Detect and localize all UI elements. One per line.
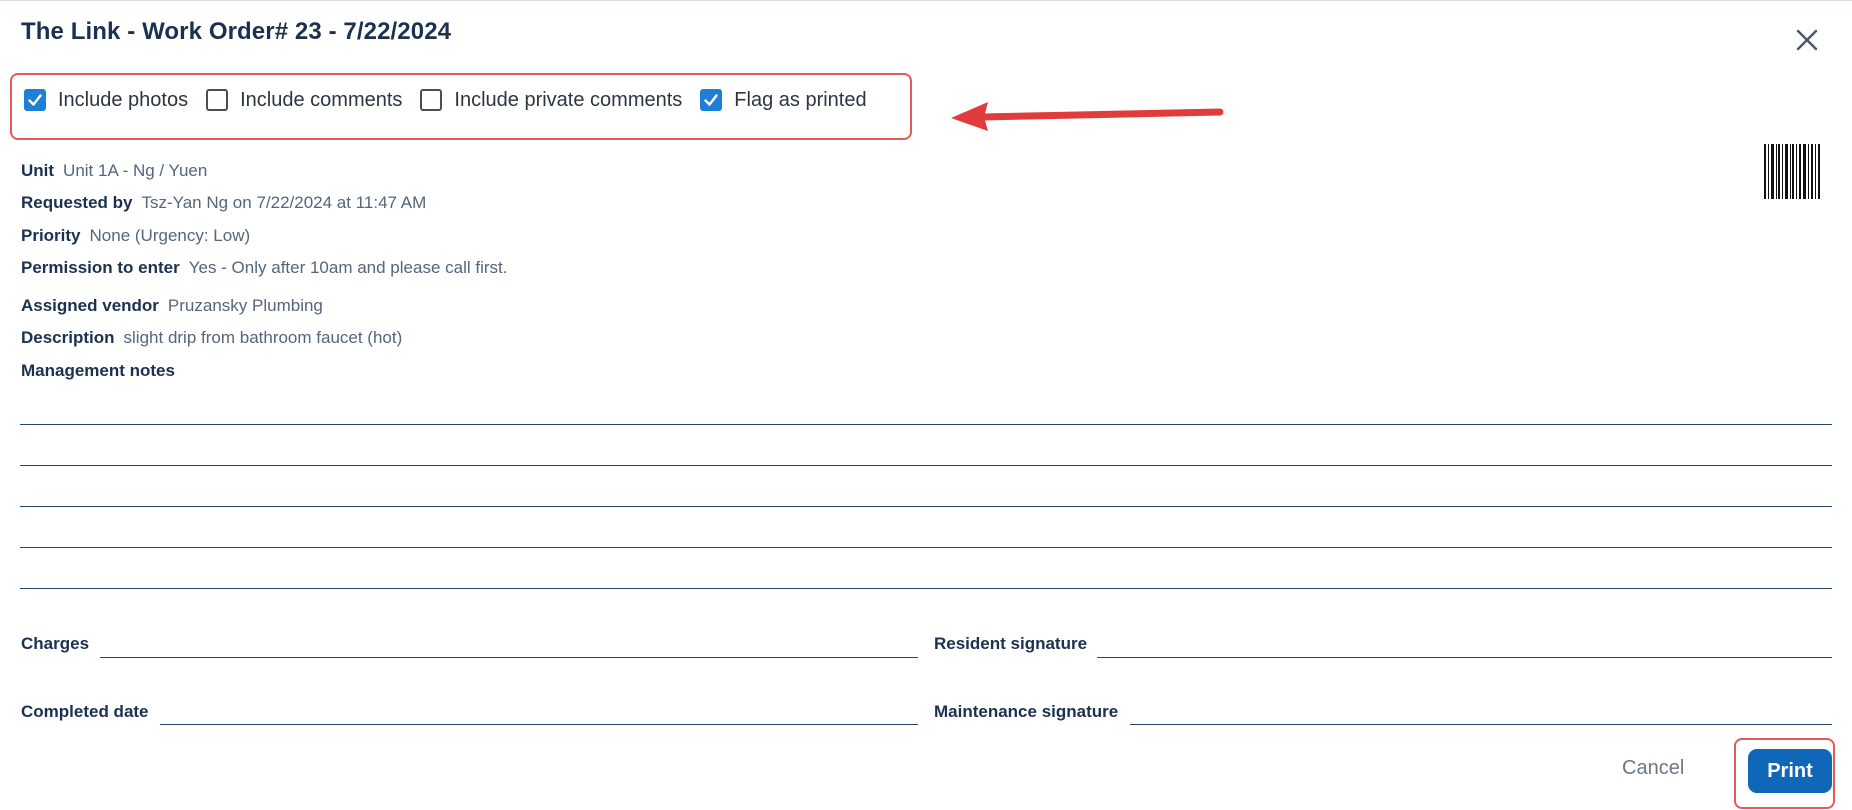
unit-value: Unit 1A - Ng / Yuen [63,161,208,180]
charges-line [100,657,918,658]
checkmark-icon [28,94,42,106]
include-comments-checkbox[interactable] [206,89,229,111]
checkmark-icon [704,94,718,106]
notes-line [20,424,1832,425]
permission-label: Permission to enter [21,258,180,277]
completed-date-line [160,724,918,725]
option-include-comments[interactable]: Include comments [206,89,402,112]
include-private-comments-checkbox[interactable] [420,89,443,111]
notes-line [20,506,1832,507]
notes-line [20,547,1832,548]
priority-label: Priority [21,226,81,245]
include-comments-label: Include comments [240,88,403,111]
vendor-field: Assigned vendor Pruzansky Plumbing [21,296,323,316]
maintenance-signature-line [1130,724,1832,725]
include-photos-checkbox[interactable] [24,89,46,111]
close-icon [1796,29,1818,51]
close-button[interactable] [1793,26,1821,54]
flag-as-printed-label: Flag as printed [734,88,867,111]
vendor-label: Assigned vendor [21,296,159,315]
description-label: Description [21,328,115,347]
unit-field: Unit Unit 1A - Ng / Yuen [21,161,207,181]
option-flag-as-printed[interactable]: Flag as printed [700,88,867,112]
description-field: Description slight drip from bathroom fau… [21,328,402,348]
vendor-value: Pruzansky Plumbing [167,296,323,315]
charges-label: Charges [21,634,90,653]
notes-line [20,465,1832,466]
resident-signature-label: Resident signature [934,634,1088,653]
requested-by-label: Requested by [21,193,133,212]
requested-by-value: Tsz-Yan Ng on 7/22/2024 at 11:47 AM [141,193,427,212]
include-private-comments-label: Include private comments [454,88,683,111]
print-work-order-dialog: The Link - Work Order# 23 - 7/22/2024 In… [0,0,1852,810]
management-notes-label: Management notes [21,361,175,380]
print-options: Include photos Include comments Include … [24,87,885,113]
resident-signature-line [1097,657,1832,658]
notes-line [20,588,1832,589]
permission-field: Permission to enter Yes - Only after 10am… [21,258,507,278]
flag-as-printed-checkbox[interactable] [700,89,723,111]
cancel-button[interactable]: Cancel [1622,757,1684,780]
completed-date-label: Completed date [21,702,149,721]
print-button[interactable]: Print [1748,749,1832,793]
dialog-title: The Link - Work Order# 23 - 7/22/2024 [21,18,452,45]
unit-label: Unit [21,161,55,180]
include-photos-label: Include photos [58,88,189,111]
priority-value: None (Urgency: Low) [89,226,251,245]
management-notes-field: Management notes [21,361,184,381]
maintenance-signature-label: Maintenance signature [934,702,1119,721]
annotation-arrow-icon [951,102,1224,131]
requested-by-field: Requested by Tsz-Yan Ng on 7/22/2024 at 1… [21,193,426,213]
permission-value: Yes - Only after 10am and please call fi… [188,258,508,277]
option-include-private-comments[interactable]: Include private comments [420,89,682,112]
priority-field: Priority None (Urgency: Low) [21,226,250,246]
description-value: slight drip from bathroom faucet (hot) [123,328,403,347]
option-include-photos[interactable]: Include photos [24,89,188,112]
barcode-icon [1764,144,1820,199]
